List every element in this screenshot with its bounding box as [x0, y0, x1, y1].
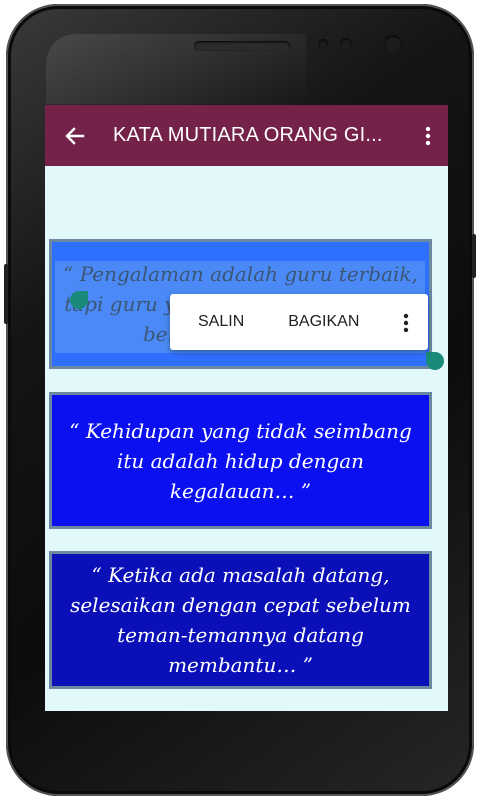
quote-card-2[interactable]: “ Kehidupan yang tidak seimbang itu adal…: [49, 392, 432, 529]
more-vertical-icon: [403, 311, 409, 333]
quote-card-3[interactable]: “ Ketika ada masalah datang, selesaikan …: [49, 551, 432, 689]
front-camera: [384, 35, 402, 53]
power-button: [472, 234, 476, 278]
quote-text-2[interactable]: “ Kehidupan yang tidak seimbang itu adal…: [62, 416, 419, 506]
copy-button[interactable]: SALIN: [170, 294, 274, 350]
app-title: KATA MUTIARA ORANG GI...: [113, 124, 383, 146]
back-button[interactable]: [59, 119, 91, 151]
light-sensor: [340, 38, 352, 50]
arrow-left-icon: [65, 121, 85, 148]
app-bar: KATA MUTIARA ORANG GI...: [45, 105, 448, 166]
overflow-menu-button[interactable]: [416, 119, 440, 151]
selection-handle-end[interactable]: [426, 352, 444, 370]
selection-handle-start[interactable]: [70, 291, 88, 309]
more-options-button[interactable]: [384, 294, 428, 350]
text-selection-toolbar: SALIN BAGIKAN: [170, 294, 428, 350]
more-vertical-icon: [425, 122, 431, 147]
quote-text-3[interactable]: “ Ketika ada masalah datang, selesaikan …: [62, 560, 419, 680]
volume-button: [4, 264, 8, 324]
earpiece-speaker: [194, 41, 290, 51]
share-button[interactable]: BAGIKAN: [274, 294, 373, 350]
proximity-sensor: [318, 39, 328, 49]
